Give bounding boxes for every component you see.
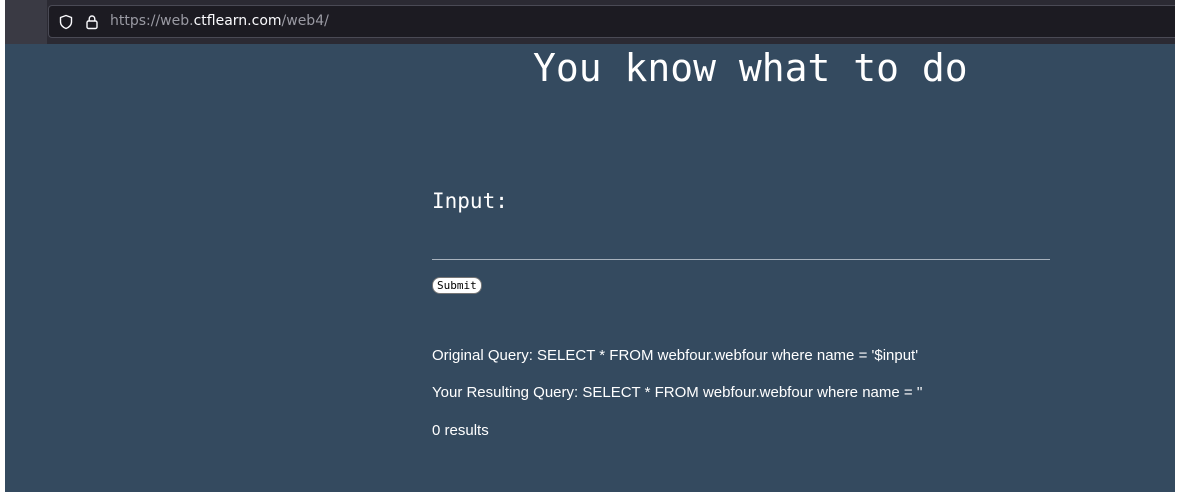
original-query-text: Original Query: SELECT * FROM webfour.we… (432, 347, 919, 364)
url-bar[interactable]: https://web.ctflearn.com/web4/ (48, 5, 1175, 38)
url-domain: ctflearn.com (193, 13, 282, 29)
page-heading: You know what to do (533, 46, 968, 90)
url-text[interactable]: https://web.ctflearn.com/web4/ (110, 13, 329, 29)
shield-icon[interactable] (58, 14, 74, 30)
query-input[interactable] (432, 234, 1050, 260)
submit-button[interactable]: Submit (432, 277, 482, 294)
url-path: /web4/ (281, 13, 329, 29)
browser-toolbar: https://web.ctflearn.com/web4/ (5, 0, 1175, 44)
resulting-query-text: Your Resulting Query: SELECT * FROM webf… (432, 384, 923, 401)
toolbar-left-strip (5, 0, 47, 44)
lock-icon[interactable] (84, 14, 100, 30)
input-label: Input: (432, 189, 508, 213)
result-count-text: 0 results (432, 422, 489, 439)
url-prefix: https://web. (110, 13, 194, 29)
screen: https://web.ctflearn.com/web4/ You know … (5, 0, 1175, 492)
page-content: You know what to do Input: Submit Origin… (5, 44, 1175, 492)
